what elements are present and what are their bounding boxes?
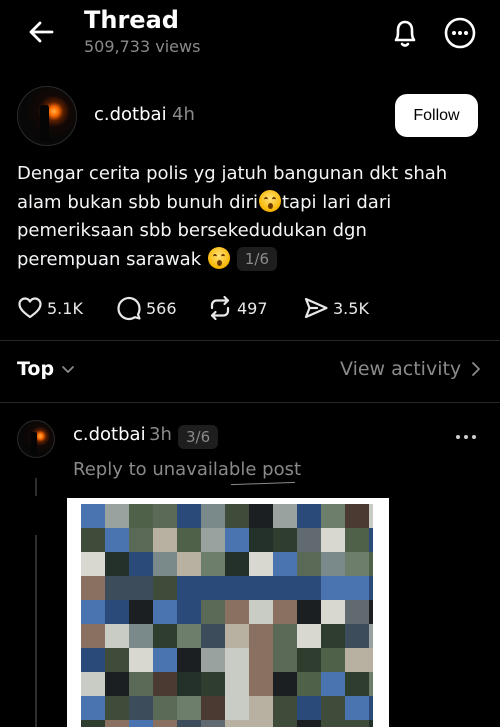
flushed-emoji-icon [258, 189, 281, 212]
post-text-segment: tapi lari dari [281, 191, 392, 213]
post-username[interactable]: c.dotbai [94, 104, 167, 125]
post-text-line: pemeriksaan sbb bersekedudukan dgn [17, 220, 367, 241]
post-text-segment: alam bukan sbb bunuh diri [17, 191, 258, 213]
more-options-button[interactable] [443, 16, 477, 50]
post-text-line: perempuan sarawak 1/6 [17, 246, 487, 275]
reply-count: 566 [146, 298, 177, 318]
view-count: 509,733 views [84, 37, 201, 56]
like-button[interactable]: 5.1K [17, 293, 83, 323]
sort-dropdown[interactable]: Top [17, 358, 76, 380]
sort-label: Top [17, 358, 55, 380]
repost-button[interactable]: 497 [207, 293, 268, 323]
share-icon [304, 297, 328, 319]
avatar[interactable] [17, 420, 55, 458]
bell-icon [394, 20, 416, 47]
divider [0, 340, 500, 341]
reply-time: 3h [149, 424, 172, 445]
follow-button[interactable]: Follow [395, 94, 478, 137]
back-button[interactable] [26, 16, 58, 48]
view-activity-label: View activity [340, 358, 462, 380]
post-actions: 5.1K 566 497 3.5K [17, 293, 487, 323]
repost-icon [210, 295, 230, 321]
post-text-line: Dengar cerita polis yg jatuh bangunan dk… [17, 163, 448, 184]
post-text-line: alam bukan sbb bunuh diri tapi lari dari [17, 189, 487, 218]
notifications-button[interactable] [389, 16, 421, 50]
view-activity-link[interactable]: View activity [340, 358, 483, 380]
page-indicator: 3/6 [178, 425, 219, 449]
heart-icon [18, 297, 42, 319]
repost-count: 497 [237, 298, 268, 318]
pixelated-image[interactable] [67, 498, 389, 727]
page-title: Thread [84, 6, 179, 34]
image-content [81, 504, 373, 727]
reply-username[interactable]: c.dotbai [73, 424, 146, 445]
reply-more-button[interactable] [454, 428, 478, 440]
chevron-down-icon [62, 366, 74, 373]
page-indicator: 1/6 [236, 246, 277, 271]
more-dots-icon [456, 435, 476, 439]
thread-connector [35, 478, 37, 496]
thread-header: Thread 509,733 views [0, 0, 500, 68]
avatar[interactable] [17, 86, 77, 146]
more-circle-icon [444, 17, 476, 49]
thread-connector [35, 535, 37, 727]
share-button[interactable]: 3.5K [303, 293, 369, 323]
post-text: Dengar cerita polis yg jatuh bangunan dk… [17, 160, 487, 274]
chevron-right-icon [472, 362, 481, 376]
flushed-emoji-icon [207, 246, 230, 269]
divider [0, 402, 500, 403]
post-text-segment: perempuan sarawak [17, 248, 202, 270]
reply-button[interactable]: 566 [116, 293, 177, 323]
back-arrow-icon [29, 21, 54, 43]
post-time: 4h [172, 104, 195, 125]
reply-to-label[interactable]: Reply to unavailable post [73, 459, 301, 480]
like-count: 5.1K [47, 298, 83, 318]
comment-icon [117, 296, 141, 321]
share-count: 3.5K [333, 298, 369, 318]
